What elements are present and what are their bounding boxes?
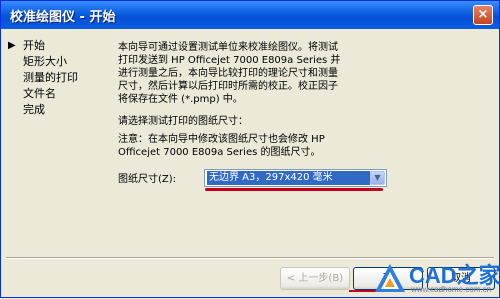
dropdown-arrow-button[interactable]: ▼ xyxy=(370,171,385,185)
note-text: 注意：在本向导中修改该图纸尺寸也会修改 HP Officejet 7000 E8… xyxy=(118,133,418,159)
step-rectangle-size: 矩形大小 xyxy=(7,54,107,70)
close-button[interactable]: × xyxy=(473,5,493,25)
paper-size-selected-value[interactable]: 无边界 A3，297x420 毫米 xyxy=(207,171,370,185)
paper-size-label: 图纸尺寸(Z): xyxy=(118,174,177,185)
intro-line: 将保存在文件 (*.pmp) 中。 xyxy=(118,94,243,105)
chevron-down-icon: ▼ xyxy=(374,173,381,182)
step-label: 测量的打印 xyxy=(23,71,78,84)
step-start: ▶ 开始 xyxy=(7,38,107,54)
note-line: Officejet 7000 E809a Series 的图纸尺寸。 xyxy=(118,147,321,158)
title-bar[interactable]: 校准绘图仪 - 开始 × xyxy=(1,1,499,29)
step-label: 矩形大小 xyxy=(23,55,67,68)
back-button[interactable]: < 上一步(B) xyxy=(280,267,350,290)
close-icon: × xyxy=(477,7,489,22)
watermark: CAD之家 www.cadhome.com.cn xyxy=(373,256,500,299)
calibrate-plotter-dialog: 校准绘图仪 - 开始 × ▶ 开始 矩形大小 测量的打印 文件名 完成 本向导可… xyxy=(0,0,500,298)
wizard-steps: ▶ 开始 矩形大小 测量的打印 文件名 完成 xyxy=(7,38,107,118)
step-label: 开始 xyxy=(23,39,45,52)
note-line: 注意：在本向导中修改该图纸尺寸也会修改 HP xyxy=(118,134,325,145)
step-file-name: 文件名 xyxy=(7,86,107,102)
step-label: 文件名 xyxy=(23,87,56,100)
step-finish: 完成 xyxy=(7,102,107,118)
intro-line: 本向导可通过设置测试单位来校准绘图仪。将测试 xyxy=(118,42,338,53)
paper-size-prompt: 请选择测试打印的图纸尺寸： xyxy=(118,116,248,127)
intro-line: 打印发送到 HP Officejet 7000 E809a Series 并 xyxy=(118,55,341,66)
intro-text: 本向导可通过设置测试单位来校准绘图仪。将测试 打印发送到 HP Officeje… xyxy=(118,41,490,106)
red-annotation-underline xyxy=(205,188,383,191)
step-measured-plot: 测量的打印 xyxy=(7,70,107,86)
paper-size-dropdown[interactable]: 无边界 A3，297x420 毫米 ▼ xyxy=(204,169,387,187)
step-label: 完成 xyxy=(23,103,45,116)
watermark-logo-icon xyxy=(375,264,405,292)
current-step-arrow-icon: ▶ xyxy=(8,40,16,51)
watermark-url: www.cadhome.com.cn xyxy=(411,285,492,294)
intro-line: 尺寸，然后计算以后打印时所需的校正。校正因子 xyxy=(118,81,338,92)
window-title: 校准绘图仪 - 开始 xyxy=(10,10,116,25)
intro-line: 进行测量之后，本向导比较打印的理论尺寸和测量 xyxy=(118,68,338,79)
